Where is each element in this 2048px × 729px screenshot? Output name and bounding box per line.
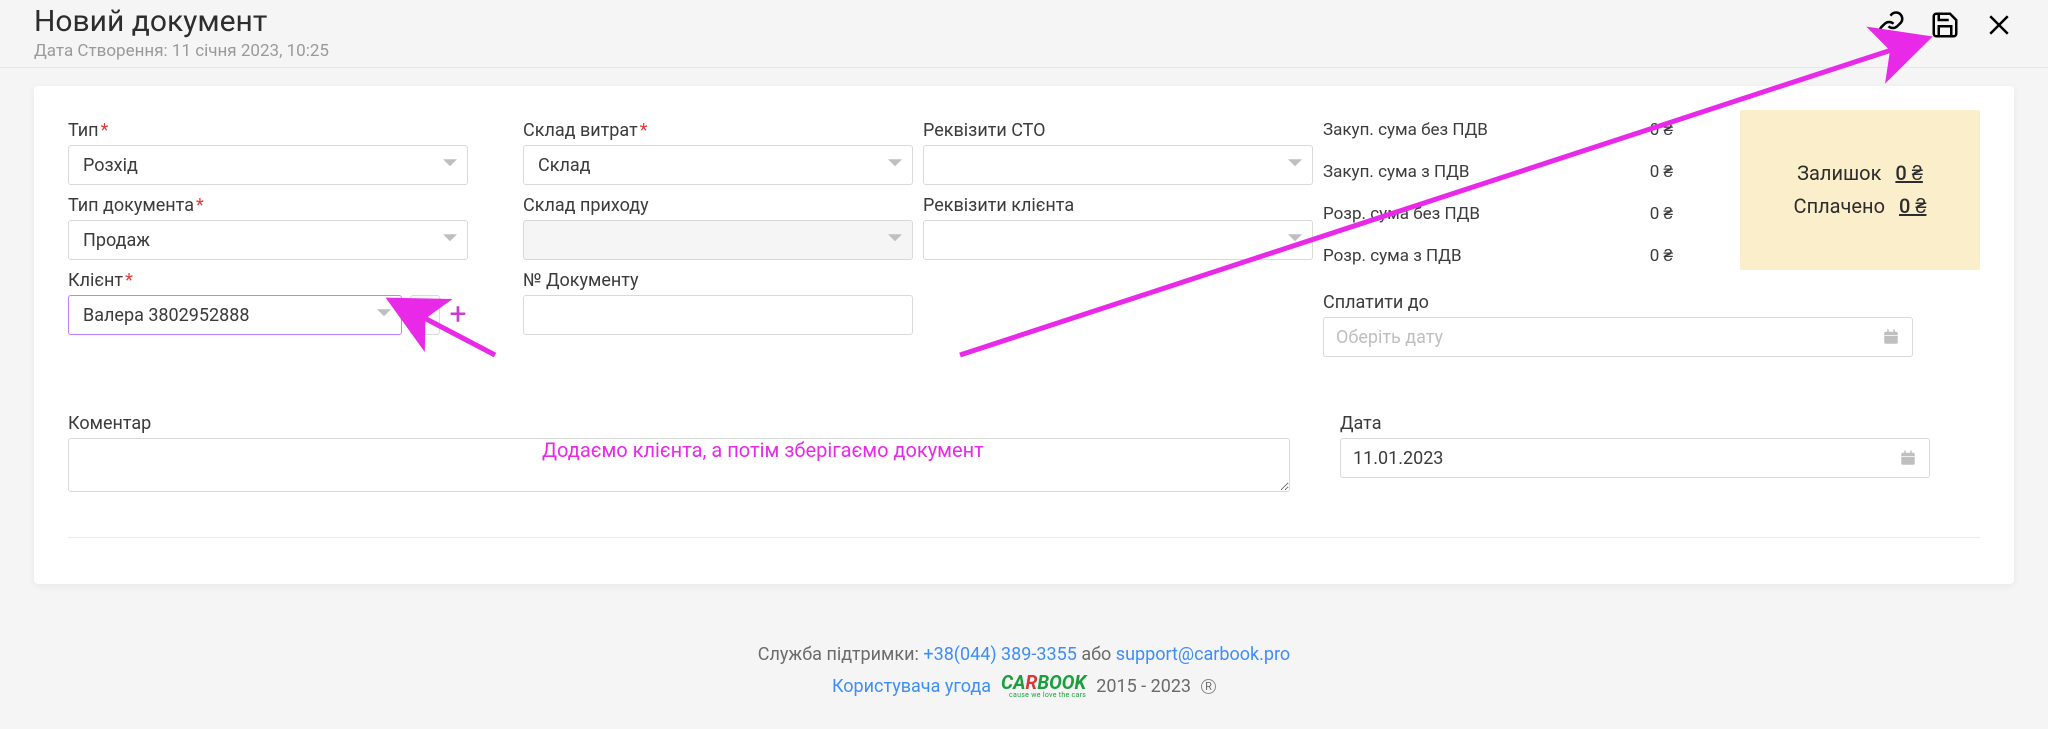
summary-label: Розр. сума з ПДВ — [1323, 246, 1462, 266]
document-card: Тип* Розхід Тип документа* Продаж Клієнт… — [34, 86, 2014, 584]
date-col: Дата 11.01.2023 — [1340, 413, 1980, 497]
label-type: Тип* — [68, 120, 523, 141]
remainder-label: Залишок — [1797, 161, 1881, 185]
second-row: Коментар Дата 11.01.2023 — [68, 413, 1980, 497]
save-icon[interactable] — [1930, 10, 1960, 40]
client-link-button[interactable] — [410, 295, 440, 335]
calendar-icon — [1882, 328, 1900, 346]
select-expense-warehouse-value: Склад — [538, 155, 591, 176]
remainder-value[interactable]: 0 ₴ — [1895, 161, 1922, 186]
select-expense-warehouse[interactable]: Склад — [523, 145, 913, 185]
footer-support: Служба підтримки: +38(044) 389-3355 або … — [0, 644, 2048, 665]
input-date[interactable]: 11.01.2023 — [1340, 438, 1930, 478]
select-client-requisites[interactable] — [923, 220, 1313, 260]
summary-rows: Закуп. сума без ПДВ 0 ₴ Закуп. сума з ПД… — [1323, 120, 1673, 266]
col-type: Тип* Розхід Тип документа* Продаж Клієнт… — [68, 120, 523, 357]
page-header: Новий документ Дата Створення: 11 січня … — [0, 0, 2048, 68]
date-value: 11.01.2023 — [1353, 448, 1443, 469]
chevron-down-icon — [1288, 230, 1302, 251]
header-left: Новий документ Дата Створення: 11 січня … — [34, 4, 329, 61]
input-pay-until[interactable]: Оберіть дату — [1323, 317, 1913, 357]
col-warehouse: Склад витрат* Склад Склад приходу № Доку… — [523, 120, 923, 357]
select-sto-requisites[interactable] — [923, 145, 1313, 185]
close-icon[interactable] — [1984, 10, 2014, 40]
select-type[interactable]: Розхід — [68, 145, 468, 185]
select-doc-type-value: Продаж — [83, 230, 150, 251]
form-grid: Тип* Розхід Тип документа* Продаж Клієнт… — [68, 120, 1980, 357]
footer-years: 2015 - 2023 — [1096, 676, 1191, 697]
summary-row: Закуп. сума без ПДВ 0 ₴ — [1323, 120, 1673, 140]
summary-label: Закуп. сума з ПДВ — [1323, 162, 1469, 182]
client-add-button[interactable]: + — [448, 303, 468, 327]
summary-row: Закуп. сума з ПДВ 0 ₴ — [1323, 162, 1673, 182]
calendar-icon — [1899, 449, 1917, 467]
label-expense-warehouse: Склад витрат* — [523, 120, 923, 141]
label-date: Дата — [1340, 413, 1980, 434]
label-pay-until: Сплатити до — [1323, 292, 1913, 313]
status-box: Залишок 0 ₴ Сплачено 0 ₴ — [1740, 110, 1980, 270]
page-title: Новий документ — [34, 4, 329, 39]
annotation-text: Додаємо клієнта, а потім зберігаємо доку… — [542, 438, 984, 462]
divider — [68, 537, 1980, 538]
carbook-logo: CARBOOK cause we love the cars — [1001, 673, 1086, 699]
label-sto-requisites: Реквізити СТО — [923, 120, 1323, 141]
footer: Служба підтримки: +38(044) 389-3355 або … — [0, 644, 2048, 699]
support-phone[interactable]: +38(044) 389-3355 — [923, 644, 1076, 665]
select-client-value: Валера 3802952888 — [83, 305, 249, 326]
col-summary: Закуп. сума без ПДВ 0 ₴ Закуп. сума з ПД… — [1323, 120, 1980, 357]
pay-until-section: Сплатити до Оберіть дату — [1323, 292, 1913, 357]
user-agreement-link[interactable]: Користувача угода — [832, 676, 991, 697]
summary-label: Розр. сума без ПДВ — [1323, 204, 1480, 224]
label-comment: Коментар — [68, 413, 1290, 434]
summary-row: Розр. сума без ПДВ 0 ₴ — [1323, 204, 1673, 224]
label-client-requisites: Реквізити клієнта — [923, 195, 1323, 216]
chevron-down-icon — [377, 305, 391, 326]
select-type-value: Розхід — [83, 155, 138, 176]
link-icon[interactable] — [1876, 10, 1906, 40]
chevron-down-icon — [443, 230, 457, 251]
paid-value[interactable]: 0 ₴ — [1899, 194, 1926, 219]
input-doc-number[interactable] — [523, 295, 913, 335]
chevron-down-icon — [1288, 155, 1302, 176]
label-doc-number: № Документу — [523, 270, 923, 291]
registered-icon: R — [1201, 679, 1216, 694]
client-row: Валера 3802952888 + — [68, 295, 468, 335]
pay-until-placeholder: Оберіть дату — [1336, 327, 1443, 348]
summary-value: 0 ₴ — [1650, 246, 1673, 266]
remainder-line: Залишок 0 ₴ — [1797, 161, 1923, 186]
creation-date: Дата Створення: 11 січня 2023, 10:25 — [34, 41, 329, 61]
select-income-warehouse — [523, 220, 913, 260]
summary-value: 0 ₴ — [1650, 204, 1673, 224]
label-income-warehouse: Склад приходу — [523, 195, 923, 216]
summary-value: 0 ₴ — [1650, 162, 1673, 182]
header-actions — [1876, 4, 2014, 40]
paid-label: Сплачено — [1794, 194, 1885, 218]
label-doc-type: Тип документа* — [68, 195, 523, 216]
chevron-down-icon — [443, 155, 457, 176]
label-client: Клієнт* — [68, 270, 523, 291]
footer-line2: Користувача угода CARBOOK cause we love … — [0, 673, 2048, 699]
chevron-down-icon — [888, 230, 902, 251]
select-doc-type[interactable]: Продаж — [68, 220, 468, 260]
chevron-down-icon — [888, 155, 902, 176]
select-client[interactable]: Валера 3802952888 — [68, 295, 402, 335]
summary-label: Закуп. сума без ПДВ — [1323, 120, 1488, 140]
summary-row: Розр. сума з ПДВ 0 ₴ — [1323, 246, 1673, 266]
paid-line: Сплачено 0 ₴ — [1794, 194, 1927, 219]
summary-value: 0 ₴ — [1650, 120, 1673, 140]
support-email[interactable]: support@carbook.pro — [1116, 644, 1290, 665]
col-requisites: Реквізити СТО Реквізити клієнта — [923, 120, 1323, 357]
